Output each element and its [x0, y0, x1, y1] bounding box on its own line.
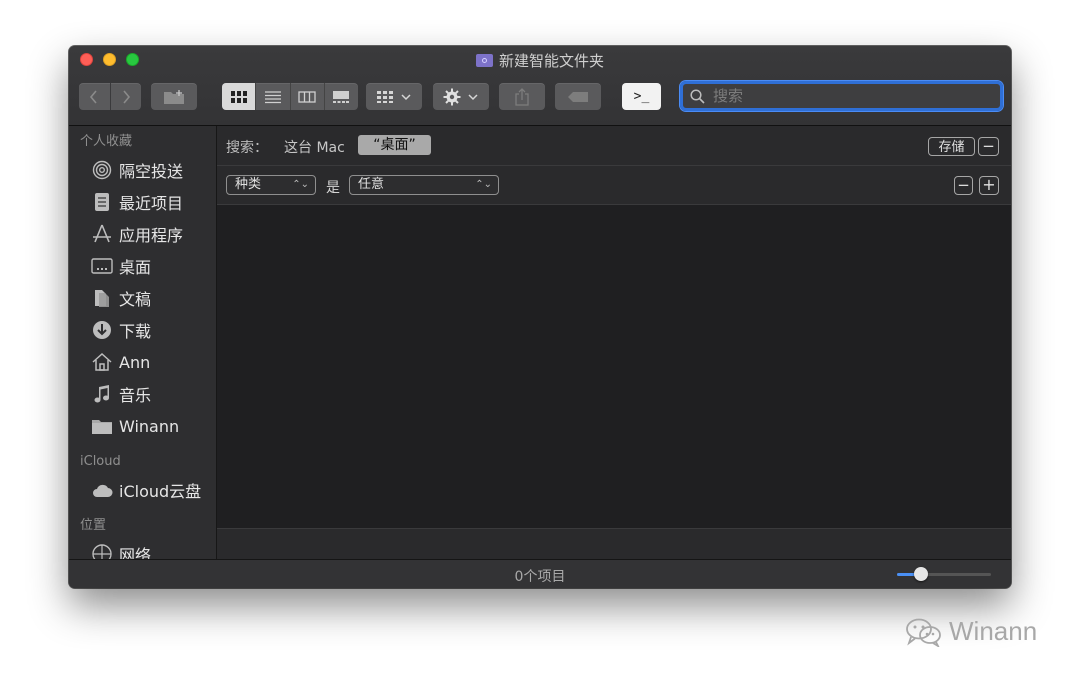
chevron-left-icon [90, 89, 97, 104]
grid-icon [230, 90, 247, 103]
gallery-icon [333, 90, 350, 103]
column-view-button[interactable] [289, 83, 324, 110]
window-title: 新建智能文件夹 [69, 50, 1011, 71]
sidebar-section-icloud: iCloud [80, 454, 121, 469]
columns-icon [298, 90, 316, 103]
terminal-button[interactable]: >_ [622, 83, 661, 110]
toolbar: 新建智能文件夹 >_ 搜索 [69, 46, 1011, 126]
status-bar: 0个项目 [69, 559, 1011, 588]
view-mode-control [222, 83, 358, 110]
icon-view-button[interactable] [222, 83, 256, 110]
main-content: 搜索： 这台 Mac “桌面” 存储 − 种类 ⌃⌄ 是 任意 ⌃⌄ − + [217, 126, 1011, 560]
icon-size-slider[interactable] [897, 567, 991, 581]
group-by-button[interactable] [366, 83, 422, 110]
window-title-text: 新建智能文件夹 [498, 52, 604, 70]
watermark: Winann [905, 616, 1037, 647]
slider-knob[interactable] [913, 567, 928, 581]
sidebar-item-recents[interactable]: 最近项目 [69, 186, 216, 218]
up-down-chevron-icon: ⌃⌄ [292, 179, 309, 190]
share-button[interactable] [499, 83, 545, 110]
sidebar-item-documents[interactable]: 文稿 [69, 282, 216, 314]
wechat-icon [906, 618, 941, 647]
back-forward-control [79, 83, 141, 110]
sidebar-item-label: iCloud云盘 [119, 482, 202, 501]
sidebar-item-label: 音乐 [119, 386, 152, 405]
home-icon [91, 351, 113, 373]
sidebar-item-label: 最近项目 [119, 194, 184, 213]
music-icon [91, 383, 113, 405]
new-folder-icon [164, 89, 184, 104]
sidebar-item-label: Winann [119, 416, 180, 436]
search-scope-bar: 搜索： 这台 Mac “桌面” 存储 − [217, 126, 1011, 166]
new-folder-button[interactable] [151, 83, 197, 110]
scope-this-mac[interactable]: 这台 Mac [284, 137, 345, 157]
chevron-down-icon [468, 93, 478, 100]
recents-icon [91, 191, 113, 213]
sidebar-item-downloads[interactable]: 下载 [69, 314, 216, 346]
sidebar-item-network[interactable]: 网络 [69, 538, 216, 559]
attribute-popup[interactable]: 种类 ⌃⌄ [226, 175, 316, 195]
list-view-button[interactable] [255, 83, 289, 110]
sidebar-item-label: 桌面 [119, 258, 152, 277]
search-criteria-row: 种类 ⌃⌄ 是 任意 ⌃⌄ − + [217, 166, 1011, 205]
sidebar-item-applications[interactable]: 应用程序 [69, 218, 216, 250]
sidebar-item-winann[interactable]: Winann [69, 410, 216, 442]
smart-folder-icon [475, 54, 493, 67]
sidebar-item-label: 隔空投送 [119, 162, 184, 181]
downloads-icon [91, 319, 113, 341]
sidebar-item-home[interactable]: Ann [69, 346, 216, 378]
folder-icon [91, 415, 113, 437]
sidebar-item-desktop[interactable]: 桌面 [69, 250, 216, 282]
back-button[interactable] [79, 83, 111, 110]
tag-icon [568, 91, 588, 102]
value-popup-value: 任意 [358, 177, 385, 192]
operator-label: 是 [326, 180, 340, 196]
grid-group-icon [377, 90, 393, 103]
save-search-button[interactable]: 存储 [928, 137, 975, 156]
sidebar-item-icloud-drive[interactable]: iCloud云盘 [69, 474, 216, 506]
airdrop-icon [91, 159, 113, 181]
sidebar-item-label: 应用程序 [119, 226, 184, 245]
network-icon [91, 543, 113, 559]
desktop-icon [91, 255, 113, 277]
documents-icon [91, 287, 113, 309]
path-bar [217, 528, 1011, 560]
sidebar-item-music[interactable]: 音乐 [69, 378, 216, 410]
sidebar-item-label: 网络 [119, 546, 152, 559]
sidebar-section-favorites: 个人收藏 [80, 134, 133, 149]
remove-criteria-button[interactable]: − [954, 176, 973, 195]
remove-search-button[interactable]: − [978, 137, 999, 156]
search-field[interactable] [680, 81, 1003, 111]
chevron-down-icon [401, 93, 411, 100]
value-popup[interactable]: 任意 ⌃⌄ [349, 175, 499, 195]
add-criteria-button[interactable]: + [979, 176, 999, 195]
sidebar-item-airdrop[interactable]: 隔空投送 [69, 154, 216, 186]
finder-window: 新建智能文件夹 >_ 搜索 个人收藏 隔空投送 最近项目 应用程序 桌面 文稿 … [69, 46, 1011, 588]
sidebar: 个人收藏 隔空投送 最近项目 应用程序 桌面 文稿 下载 Ann 音乐 Wina… [69, 126, 217, 559]
scope-desktop[interactable]: “桌面” [358, 135, 431, 155]
sidebar-item-label: Ann [119, 352, 151, 372]
watermark-text: Winann [949, 616, 1038, 646]
gallery-view-button[interactable] [323, 83, 358, 110]
share-icon [515, 87, 529, 106]
results-area[interactable] [217, 205, 1011, 528]
sidebar-item-label: 下载 [119, 322, 152, 341]
cloud-icon [91, 479, 113, 501]
list-icon [264, 90, 281, 103]
tag-button[interactable] [555, 83, 601, 110]
chevron-right-icon [123, 89, 130, 104]
search-icon [690, 88, 705, 104]
search-scope-label: 搜索： [226, 140, 268, 156]
attribute-popup-value: 种类 [235, 177, 262, 192]
up-down-chevron-icon: ⌃⌄ [475, 179, 492, 190]
item-count: 0个项目 [514, 569, 566, 585]
applications-icon [91, 223, 113, 245]
forward-button[interactable] [111, 83, 142, 110]
action-menu-button[interactable] [433, 83, 489, 110]
sidebar-section-locations: 位置 [80, 518, 107, 533]
gear-icon [443, 88, 461, 105]
sidebar-item-label: 文稿 [119, 290, 152, 309]
search-input[interactable] [711, 86, 995, 106]
